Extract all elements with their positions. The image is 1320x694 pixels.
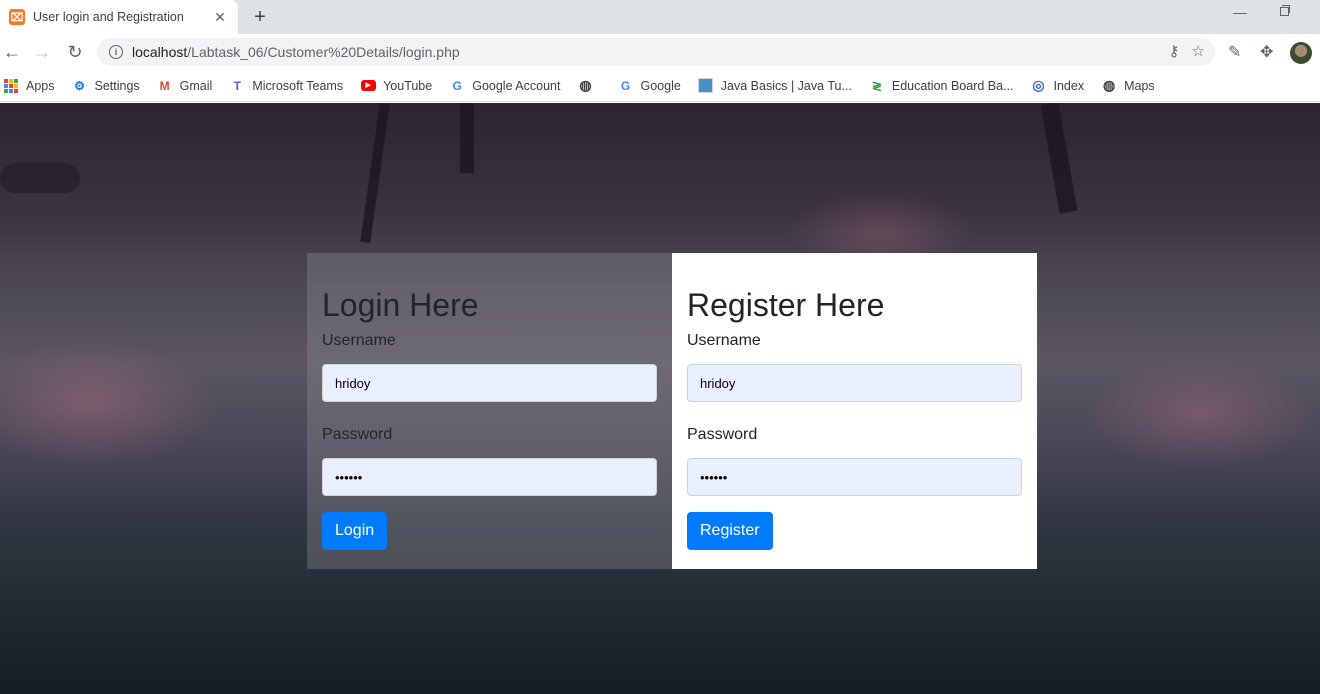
url-path: /Labtask_06/Customer%20Details/login.php (187, 44, 460, 60)
gear-icon: ⚙ (74, 78, 85, 93)
xampp-icon: ⌧ (9, 9, 25, 25)
bookmark-label: Education Board Ba... (891, 78, 1014, 93)
java-icon (698, 78, 714, 94)
login-button[interactable]: Login (322, 512, 388, 551)
restore-button[interactable] (1277, 5, 1291, 19)
login-username-input[interactable]: hridoy (322, 364, 657, 403)
globe-icon: ◍ (579, 77, 592, 93)
bookmark-apps[interactable]: Apps (3, 78, 55, 94)
bookmark-label: Index (1053, 78, 1085, 93)
minimize-button[interactable]: — (1230, 4, 1250, 24)
url-text[interactable]: localhost/Labtask_06/Customer%20Details/… (132, 44, 460, 60)
bookmark-index[interactable]: ◎ Index (1031, 77, 1085, 94)
key-icon[interactable]: ⚷ (1169, 42, 1180, 60)
bookmark-label: Google (640, 78, 681, 93)
bookmark-gmail[interactable]: M Gmail (157, 78, 213, 94)
browser-tab[interactable]: ⌧ User login and Registration ✕ (0, 0, 238, 34)
login-password-input[interactable]: •••••• (322, 458, 657, 497)
extensions-icon[interactable]: ✥ (1260, 41, 1273, 63)
close-tab-icon[interactable]: ✕ (212, 9, 228, 25)
url-host: localhost (132, 44, 188, 60)
background-shape (0, 163, 80, 193)
teams-icon: T (233, 78, 241, 93)
register-button[interactable]: Register (687, 512, 773, 551)
bookmark-globe[interactable]: ◍ (577, 77, 600, 94)
education-icon: ≷ (871, 78, 882, 93)
bookmark-star-icon[interactable]: ☆ (1192, 42, 1205, 60)
username-label: Username (322, 332, 396, 350)
forward-icon[interactable]: → (30, 40, 54, 64)
new-tab-button[interactable]: + (249, 6, 271, 28)
bookmark-label: YouTube (383, 78, 433, 93)
gmail-icon: M (159, 78, 170, 93)
youtube-icon: ▶ (360, 78, 376, 94)
bookmark-java-basics[interactable]: Java Basics | Java Tu... (698, 78, 852, 94)
bookmark-google[interactable]: G Google (617, 78, 681, 94)
bookmark-label: Settings (94, 78, 140, 93)
profile-avatar[interactable] (1290, 42, 1312, 64)
bookmark-label: Google Account (472, 78, 561, 93)
bookmark-label: Apps (26, 78, 55, 93)
apps-grid-icon (3, 78, 19, 94)
register-password-input[interactable]: •••••• (687, 458, 1022, 497)
bookmark-maps[interactable]: ◍ Maps (1101, 77, 1155, 94)
register-form: Register Here Username hridoy Password •… (672, 253, 1037, 569)
bookmark-education-board[interactable]: ≷ Education Board Ba... (869, 78, 1014, 94)
site-info-icon[interactable]: i (109, 45, 123, 59)
password-label: Password (322, 426, 393, 444)
username-label: Username (687, 332, 761, 350)
page-background: Login Here Username hridoy Password ••••… (0, 103, 1320, 694)
login-title: Login Here (322, 287, 479, 323)
bookmark-label: Maps (1124, 78, 1155, 93)
globe-icon: ◍ (1102, 77, 1116, 93)
bookmark-label: Java Basics | Java Tu... (720, 78, 852, 93)
address-bar[interactable]: i localhost/Labtask_06/Customer%20Detail… (97, 38, 1215, 66)
login-form: Login Here Username hridoy Password ••••… (307, 253, 672, 569)
browser-toolbar: ← → ↻ i localhost/Labtask_06/Customer%20… (0, 34, 1320, 70)
background-tree (1040, 103, 1078, 214)
eyedropper-icon[interactable]: ✎ (1228, 41, 1241, 63)
bookmark-teams[interactable]: T Microsoft Teams (229, 78, 343, 94)
google-icon: G (452, 78, 462, 93)
background-tree (460, 103, 474, 173)
bookmarks-bar: Apps ⚙ Settings M Gmail T Microsoft Team… (0, 70, 1320, 102)
bookmark-settings[interactable]: ⚙ Settings (72, 78, 140, 94)
bookmark-google-account[interactable]: G Google Account (449, 78, 561, 94)
reload-icon[interactable]: ↻ (63, 40, 87, 64)
back-icon[interactable]: ← (0, 40, 24, 64)
password-label: Password (687, 426, 758, 444)
bookmark-label: Gmail (179, 78, 213, 93)
background-tree (360, 103, 390, 244)
bookmark-label: Microsoft Teams (252, 78, 344, 93)
register-username-input[interactable]: hridoy (687, 364, 1022, 403)
register-title: Register Here (687, 287, 885, 323)
tab-strip: ⌧ User login and Registration ✕ + — (0, 0, 1320, 34)
index-icon: ◎ (1032, 77, 1045, 93)
google-icon: G (620, 78, 631, 93)
bookmark-youtube[interactable]: ▶ YouTube (360, 78, 432, 94)
tab-title: User login and Registration (33, 10, 184, 24)
